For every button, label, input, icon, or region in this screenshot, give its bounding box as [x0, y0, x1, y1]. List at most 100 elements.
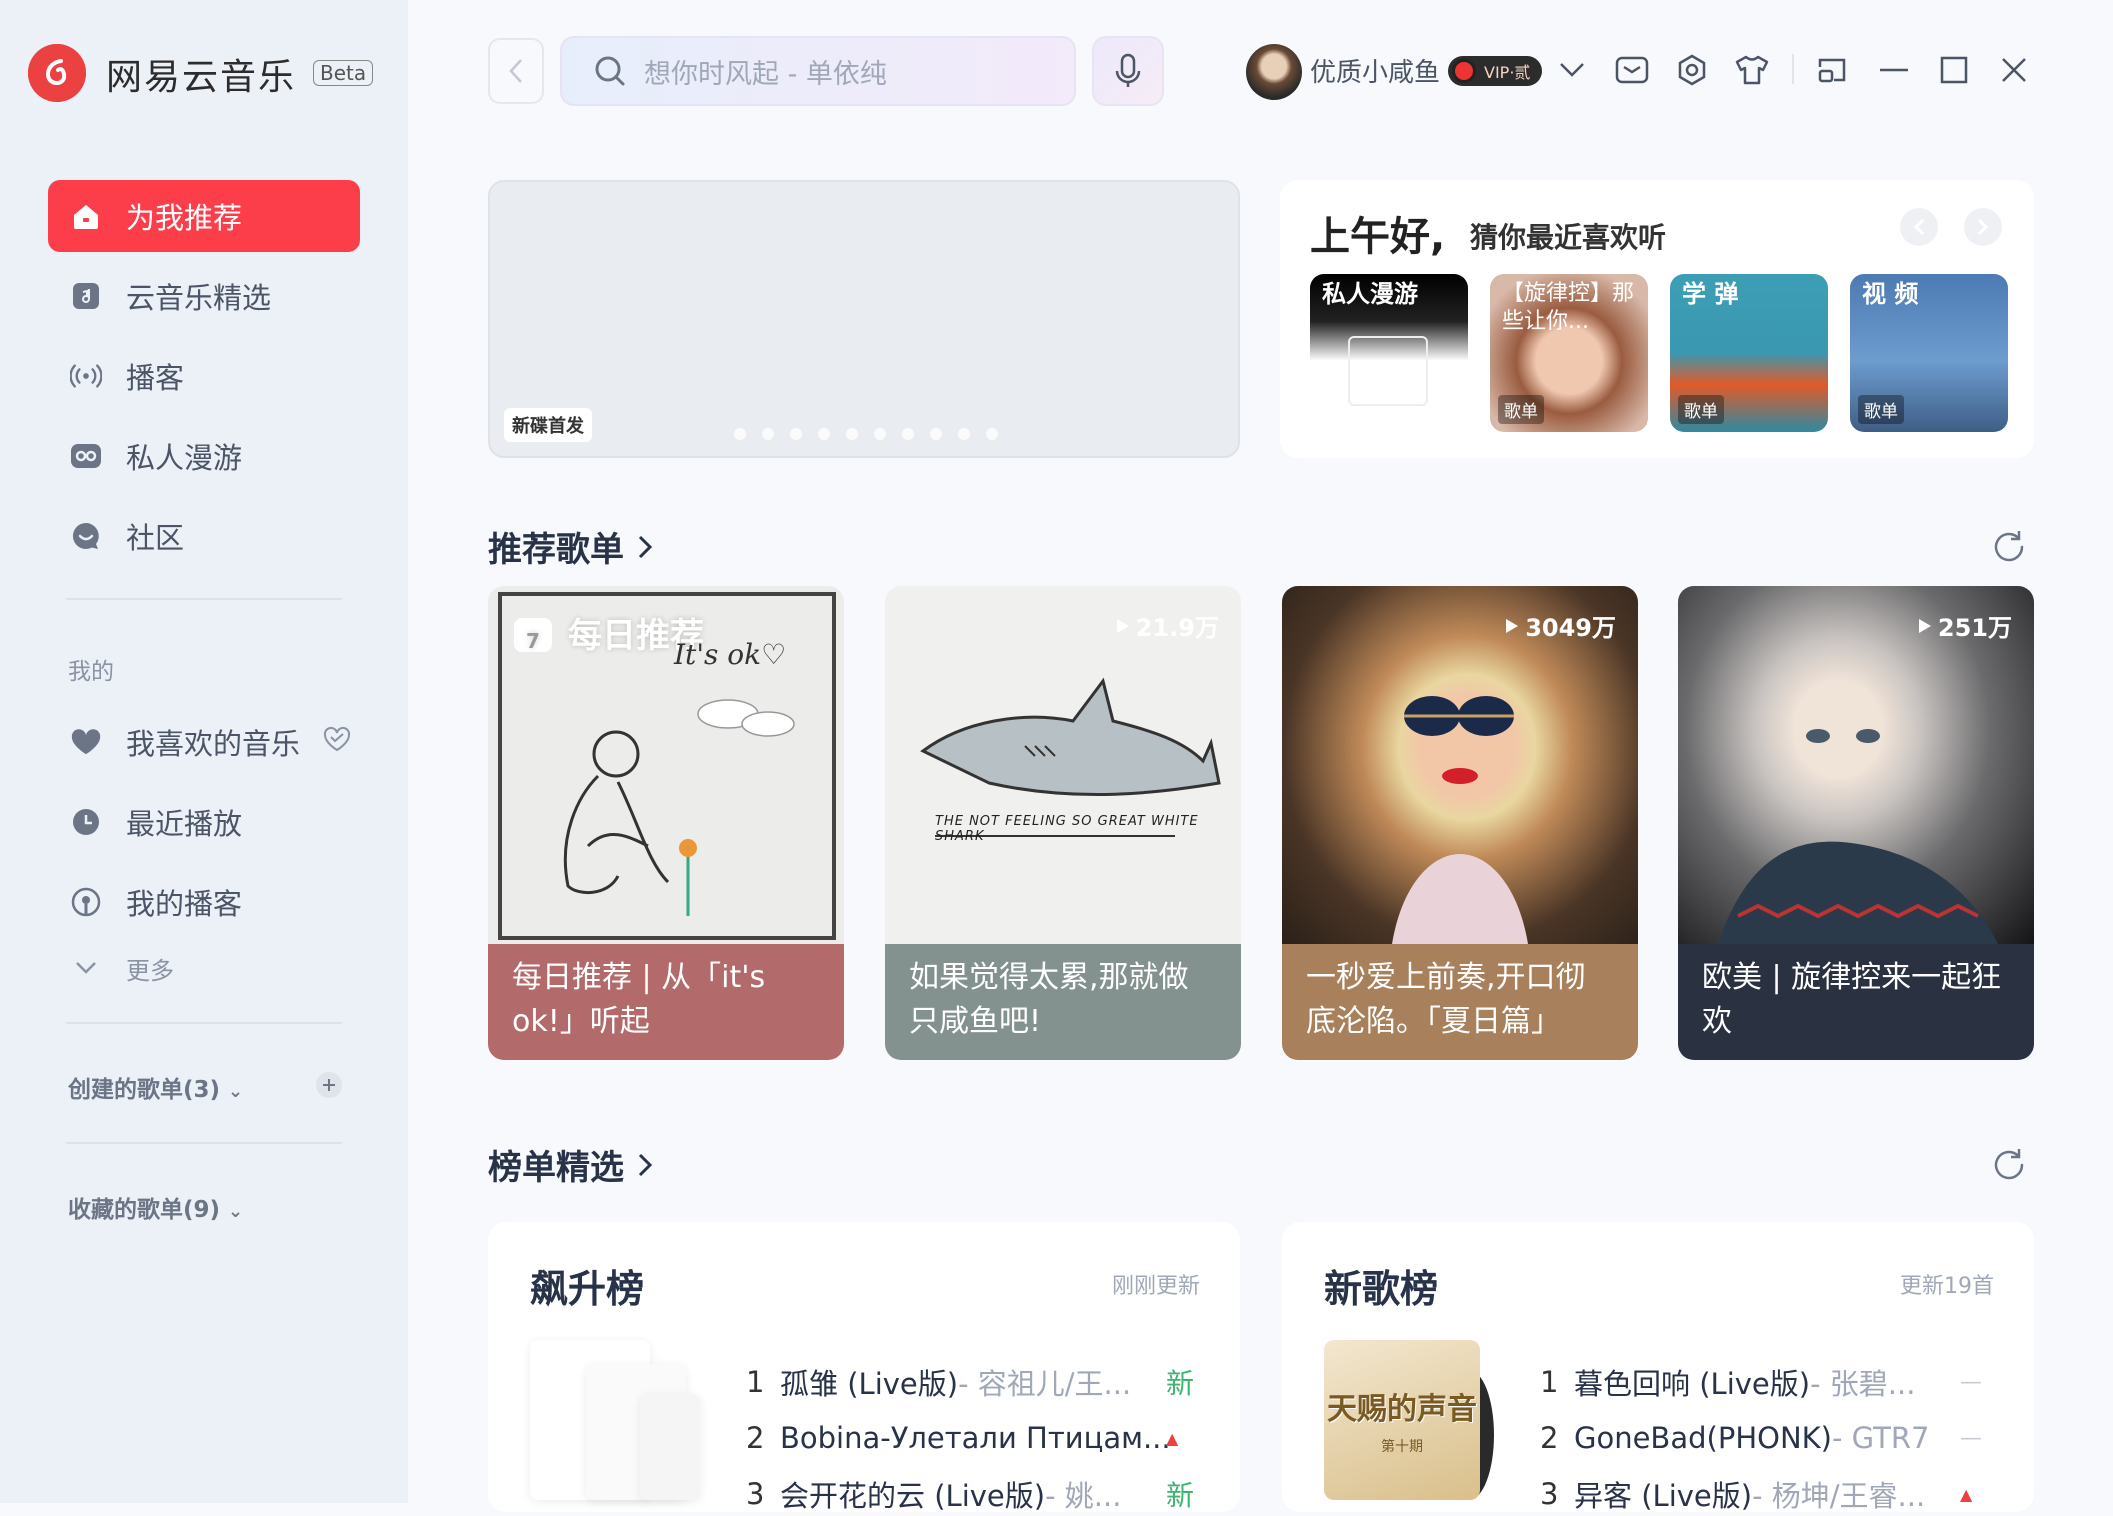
sidebar-item-recent[interactable]: 最近播放 — [48, 786, 360, 858]
carousel-dot[interactable] — [902, 428, 914, 440]
song-title: 会开花的云 (Live版) — [780, 1479, 1046, 1513]
chart-card-new-songs[interactable]: 新歌榜 更新19首 天赐的声音 第十期 1 暮色回响 (Live版) - 张碧.… — [1282, 1222, 2034, 1513]
tile-title: 学 弹 — [1682, 280, 1739, 308]
cover-text: THE NOT FEELING SO GREAT WHITE SHARK — [935, 814, 1199, 844]
tile-video[interactable]: 视 频 歌单 — [1850, 274, 2008, 432]
banner-carousel[interactable]: 新碟首发 — [488, 180, 1240, 458]
carousel-dot[interactable] — [762, 428, 774, 440]
playlist-card[interactable]: THE NOT FEELING SO GREAT WHITE SHARK 21.… — [885, 586, 1241, 1060]
playlist-card-daily[interactable]: 7 每日推荐 It's ok♡ 每日推荐 | 从「it's ok!」听起 — [488, 586, 844, 1060]
play-icon — [1506, 618, 1519, 633]
avatar[interactable] — [1246, 44, 1302, 100]
clock-icon — [70, 806, 102, 838]
close-icon — [2002, 58, 2026, 82]
tile-learn-play[interactable]: 学 弹 歌单 — [1670, 274, 1828, 432]
sidebar-item-label: 最近播放 — [126, 807, 243, 841]
carousel-dots[interactable] — [734, 428, 998, 440]
vip-badge[interactable]: VIP·贰 — [1448, 56, 1542, 86]
greeting-title: 上午好, — [1310, 214, 1446, 260]
chart-row[interactable]: 1 孤雏 (Live版) - 容祖儿/王... 新 — [746, 1360, 1194, 1404]
username[interactable]: 优质小咸鱼 — [1310, 52, 1440, 89]
heart-mode-icon[interactable] — [322, 725, 352, 760]
carousel-dot[interactable] — [874, 428, 886, 440]
tile-tag: 歌单 — [1858, 395, 1904, 424]
rank-number: 3 — [1540, 1477, 1559, 1511]
sidebar-item-label: 私人漫游 — [126, 441, 243, 475]
calendar-icon: 7 — [514, 617, 552, 653]
cover-title: 天赐的声音 — [1327, 1392, 1477, 1427]
carousel-dot[interactable] — [818, 428, 830, 440]
sidebar-item-liked[interactable]: 我喜欢的音乐 — [48, 706, 360, 778]
playlist-card[interactable]: 251万 欧美 | 旋律控来一起狂欢 — [1678, 586, 2034, 1060]
account-menu-button[interactable] — [1554, 52, 1590, 88]
greeting-card: 上午好, 猜你最近喜欢听 私人漫游 【旋律控】那些让你... 歌单 学 弹 歌单… — [1280, 180, 2034, 458]
voice-search-button[interactable] — [1092, 36, 1164, 106]
song-title: Bobina-Улетали Птицам... — [780, 1421, 1171, 1455]
sidebar-item-featured[interactable]: 云音乐精选 — [48, 260, 360, 332]
chart-row[interactable]: 1 暮色回响 (Live版) - 张碧... — — [1540, 1360, 1982, 1404]
playlist-cover: 3049万 — [1282, 586, 1638, 944]
song-title: 异客 (Live版) — [1574, 1479, 1753, 1513]
sidebar-item-podcast[interactable]: 播客 — [48, 340, 360, 412]
carousel-dot[interactable] — [846, 428, 858, 440]
tile-private-roam[interactable]: 私人漫游 — [1310, 274, 1468, 432]
sidebar-item-recommend[interactable]: 为我推荐 — [48, 180, 360, 252]
carousel-dot[interactable] — [734, 428, 746, 440]
collected-playlists-header[interactable]: 收藏的歌单(9) ⌄ — [68, 1190, 243, 1224]
sidebar-more[interactable]: 更多 — [48, 938, 360, 998]
chevron-down-icon: ⌄ — [228, 1081, 244, 1102]
charts-section-title[interactable]: 榜单精选 — [488, 1140, 654, 1189]
refresh-icon[interactable] — [1990, 1146, 2028, 1184]
chart-row[interactable]: 3 会开花的云 (Live版) - 姚... 新 — [746, 1472, 1194, 1516]
created-playlists-header[interactable]: 创建的歌单(3) ⌄ — [68, 1070, 243, 1104]
shirt-icon — [1735, 55, 1769, 85]
tile-melody-playlist[interactable]: 【旋律控】那些让你... 歌单 — [1490, 274, 1648, 432]
sidebar-item-my-podcast[interactable]: 我的播客 — [48, 866, 360, 938]
cover-handwriting: It's ok♡ — [674, 638, 787, 671]
chart-row[interactable]: 3 异客 (Live版) - 杨坤/王睿... ▲ — [1540, 1472, 1972, 1516]
chart-card-soaring[interactable]: 飙升榜 刚刚更新 1 孤雏 (Live版) - 容祖儿/王... 新 2 Bob… — [488, 1222, 1240, 1513]
search-input[interactable]: 想你时风起 - 单依纯 — [560, 36, 1076, 106]
chart-row[interactable]: 2 GoneBad(PHONK) - GTR7 — — [1540, 1416, 1982, 1460]
refresh-icon[interactable] — [1990, 528, 2028, 566]
minimize-button[interactable] — [1876, 52, 1912, 88]
carousel-dot[interactable] — [986, 428, 998, 440]
greeting-prev-button[interactable] — [1900, 208, 1938, 246]
back-button[interactable] — [488, 38, 544, 104]
collected-playlists-label: 收藏的歌单(9) — [68, 1197, 221, 1223]
maximize-button[interactable] — [1936, 52, 1972, 88]
playlist-card[interactable]: 3049万 一秒爱上前奏,开口彻底沦陷。「夏日篇」 — [1282, 586, 1638, 1060]
netease-logo-icon[interactable] — [28, 44, 86, 102]
play-count: 251万 — [1918, 608, 2012, 643]
messages-button[interactable] — [1614, 52, 1650, 88]
recommended-section-title[interactable]: 推荐歌单 — [488, 522, 654, 571]
app-name: 网易云音乐 — [106, 57, 297, 98]
settings-button[interactable] — [1674, 52, 1710, 88]
sidebar-divider — [66, 1022, 342, 1024]
play-count: 21.9万 — [1116, 608, 1219, 643]
sidebar-item-community[interactable]: 社区 — [48, 500, 360, 572]
song-title: 暮色回响 (Live版) — [1574, 1367, 1811, 1401]
greeting-next-button[interactable] — [1964, 208, 2002, 246]
sidebar-item-label: 社区 — [126, 521, 185, 555]
rank-up-icon: ▲ — [1166, 1428, 1179, 1448]
carousel-dot[interactable] — [958, 428, 970, 440]
chart-cover: 天赐的声音 第十期 — [1324, 1340, 1504, 1500]
add-playlist-button[interactable] — [316, 1072, 342, 1098]
chevron-down-icon: ⌄ — [228, 1201, 244, 1222]
carousel-dot[interactable] — [930, 428, 942, 440]
carousel-dot[interactable] — [790, 428, 802, 440]
skin-button[interactable] — [1734, 52, 1770, 88]
chart-row[interactable]: 2 Bobina-Улетали Птицам... ▲ — [746, 1416, 1178, 1460]
maximize-icon — [1940, 56, 1968, 84]
chevron-right-icon — [1977, 218, 1989, 236]
close-button[interactable] — [1996, 52, 2032, 88]
mini-mode-button[interactable] — [1814, 52, 1850, 88]
chevron-right-icon — [638, 535, 653, 558]
tile-title: 私人漫游 — [1322, 280, 1418, 308]
play-icon — [1116, 618, 1129, 633]
vip-label: VIP·贰 — [1484, 63, 1531, 82]
rank-number: 1 — [1540, 1365, 1559, 1399]
search-placeholder: 想你时风起 - 单依纯 — [644, 58, 887, 90]
sidebar-item-roam[interactable]: 私人漫游 — [48, 420, 360, 492]
